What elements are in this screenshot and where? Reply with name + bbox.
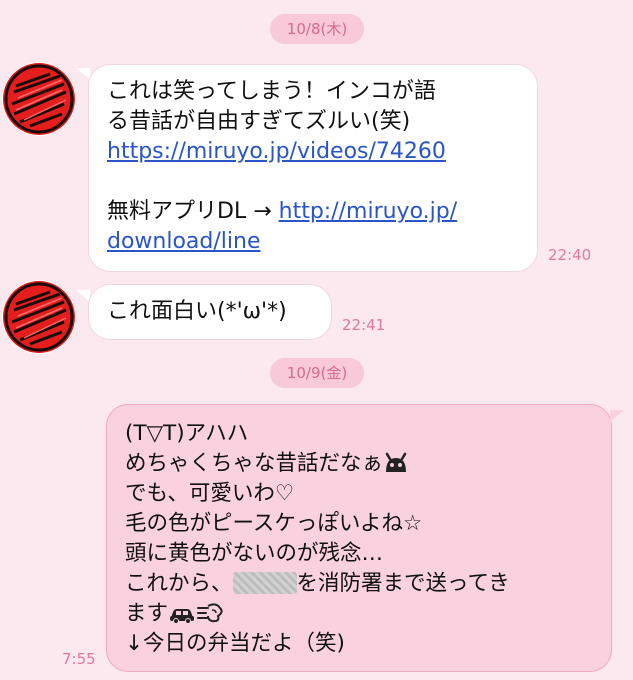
- message-3-line-3: でも、可愛いわ♡: [125, 481, 295, 506]
- message-3-time: 7:55: [62, 650, 96, 668]
- message-1-time: 22:40: [548, 246, 592, 264]
- red-scribble-avatar-icon: [3, 281, 75, 353]
- chat-view[interactable]: 10/8(木) これは笑ってしまう！インコが語 る昔話が自由すぎてズルい(笑) …: [0, 0, 633, 680]
- message-3-line-4: 毛の色がピースケっぽいよね☆: [125, 511, 423, 536]
- date-label-1: 10/8(木): [286, 20, 348, 38]
- message-bubble-2[interactable]: これ面白い(*'ω'*): [88, 284, 332, 340]
- download-link-part-1[interactable]: http://miruyo.jp/: [279, 199, 458, 224]
- download-link-part-2[interactable]: download/line: [107, 229, 261, 254]
- message-2-text: これ面白い(*'ω'*): [107, 299, 287, 324]
- car-emoji-icon: [170, 609, 195, 624]
- bubble-tail-3: [610, 410, 624, 422]
- redacted-name: [232, 572, 297, 594]
- dash-emoji-icon: [197, 603, 223, 623]
- message-1-line-2: る昔話が自由すぎてズルい(笑): [107, 109, 411, 134]
- message-bubble-1[interactable]: これは笑ってしまう！インコが語 る昔話が自由すぎてズルい(笑) https://…: [88, 64, 538, 272]
- message-3-line-6-end: を消防署まで送ってき: [296, 571, 510, 596]
- message-1-app-label: 無料アプリDL →: [107, 199, 279, 224]
- message-3-line-6-start: これから、: [125, 571, 233, 596]
- message-3-line-7: ます: [125, 601, 169, 626]
- message-3-line-5: 頭に黄色がないのが残念…: [125, 541, 384, 566]
- date-separator-2: 10/9(金): [270, 358, 364, 388]
- message-2-time: 22:41: [342, 316, 386, 334]
- message-1-line-1: これは笑ってしまう！インコが語: [107, 79, 436, 104]
- sender-avatar-1[interactable]: [2, 62, 76, 136]
- message-3-line-2: めちゃくちゃな昔話だなぁ: [125, 451, 384, 476]
- date-separator-1: 10/8(木): [270, 14, 364, 44]
- message-3-line-1: (T▽T)アハハ: [125, 421, 249, 446]
- video-link[interactable]: https://miruyo.jp/videos/74260: [107, 139, 446, 164]
- sender-avatar-2[interactable]: [2, 280, 76, 354]
- date-label-2: 10/9(金): [286, 364, 348, 382]
- android-face-emoji-icon: [385, 452, 407, 472]
- bubble-tail-1: [76, 68, 90, 80]
- message-bubble-3[interactable]: (T▽T)アハハ めちゃくちゃな昔話だなぁ でも、可愛いわ♡ 毛の色がピースケっ…: [106, 404, 612, 672]
- red-scribble-avatar-icon: [3, 63, 75, 135]
- message-3-line-8: ↓今日の弁当だよ（笑): [125, 631, 345, 656]
